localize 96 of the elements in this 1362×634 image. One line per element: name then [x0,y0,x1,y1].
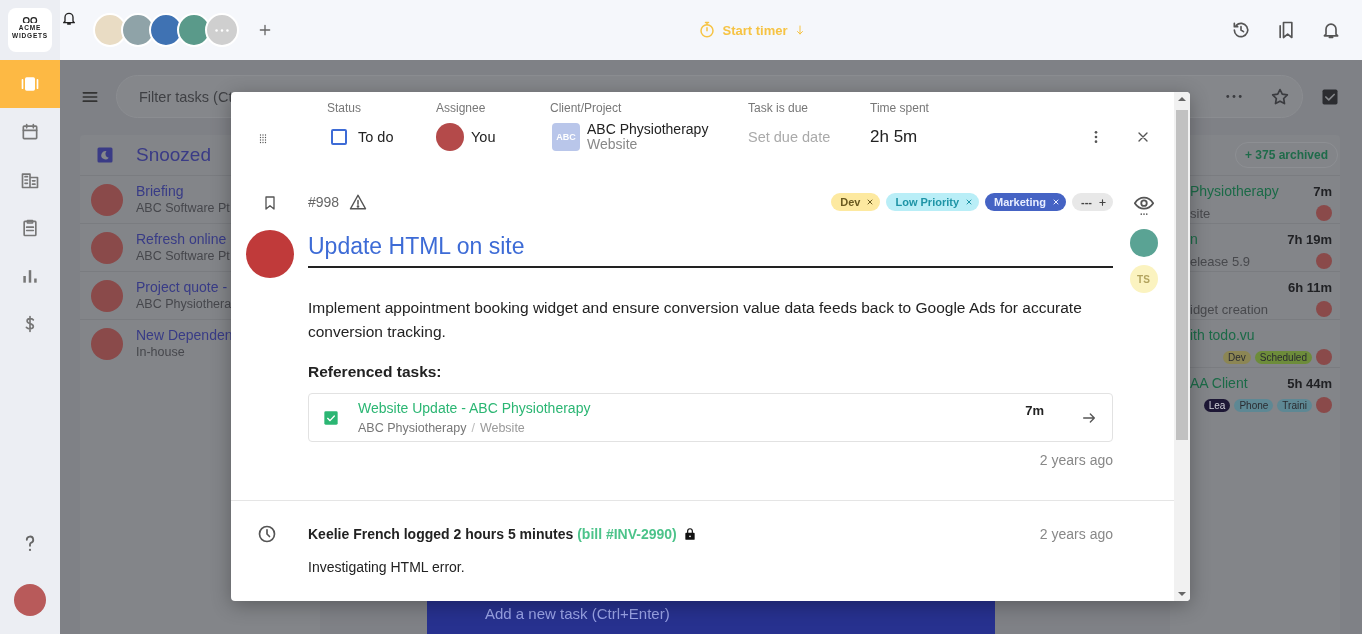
task-title[interactable]: New Dependen [136,326,233,344]
bell-icon[interactable] [1321,20,1341,40]
avatar [1316,253,1332,269]
clipboard-icon [20,218,40,238]
avatar [1316,397,1332,413]
referenced-task-card[interactable]: Website Update - ABC Physiotherapy ABC Physiotherapy / Website 7m [308,393,1113,442]
timestamp: 2 years ago [1039,451,1113,470]
task-title[interactable]: n [1190,231,1198,247]
field-label: Assignee [436,100,487,116]
task-client: idget creation [1190,301,1269,317]
tag[interactable]: Marketing [985,193,1066,211]
bookmarks-icon[interactable] [1276,20,1296,40]
task-title[interactable]: Refresh online [136,230,230,248]
more-icon [215,28,229,32]
time-spent: 2h 5m [870,127,918,147]
avatar [91,231,123,264]
status-checkbox[interactable] [331,129,347,145]
scrollbar[interactable] [1174,92,1190,601]
calendar-icon [20,122,40,142]
watcher-avatar[interactable]: TS [1129,265,1158,293]
watcher-avatar[interactable] [1129,229,1158,257]
tag: Dev [1222,350,1251,364]
done-checkbox-icon[interactable] [323,409,339,426]
add-tag-button[interactable]: --- [1072,193,1113,211]
stopwatch-icon [698,21,717,39]
board-icon [20,74,40,94]
remove-icon[interactable] [965,198,974,206]
add-icon[interactable] [257,22,273,38]
path-separator: / [471,419,475,436]
tag: Scheduled [1254,350,1312,364]
task-title[interactable]: Physiotherapy [1190,183,1279,199]
column-title: Snoozed [136,144,211,166]
task-title[interactable]: AA Client [1190,375,1248,391]
task-client: ABC Physiothera [136,296,232,313]
warning-icon[interactable] [349,193,368,211]
task-title[interactable]: Project quote - [136,278,232,296]
user-avatar[interactable] [14,584,46,616]
status-value: To do [358,129,394,145]
client-name: ABC Physiotherapy [358,419,467,436]
task-title[interactable]: Briefing [136,182,230,200]
assignee-avatar [436,123,464,151]
clock-icon [256,524,277,544]
add-task-placeholder: Add a new task (Ctrl+Enter) [485,605,670,622]
moon-icon [96,146,114,164]
building-icon [20,170,40,190]
history-icon[interactable] [1231,20,1251,40]
client-name[interactable]: ABC Physiotherapy [587,122,709,137]
task-title-field[interactable]: Update HTML on site [308,232,1113,268]
project-name[interactable]: Website [587,137,709,152]
task-client: ABC Software Pt [136,200,230,217]
avatar [91,327,123,360]
section-heading: Referenced tasks: [308,362,443,382]
avatar [91,183,123,216]
task-client: elease 5.9 [1190,253,1250,269]
tag: Phone [1234,398,1274,412]
activity-text: Keelie French logged 2 hours 5 minutes (bill #INV-2990) [308,526,677,542]
tag[interactable]: Low Priority [886,193,980,211]
task-client: site [1190,205,1211,221]
time-spent: 7m [1025,403,1044,418]
author-avatar [245,230,294,278]
time-spent: 7h 19m [1287,231,1332,247]
invoice-link[interactable]: (bill #INV-2990) [577,526,677,542]
tag[interactable]: Dev [831,193,881,211]
more-icon[interactable] [1226,95,1242,98]
avatar [1316,301,1332,317]
activity-note: Investigating HTML error. [308,558,466,577]
assignee-value[interactable]: You [471,129,496,145]
time-spent: 6h 11m [1287,279,1332,295]
task-title[interactable]: ith todo.vu [1190,327,1255,343]
remove-icon[interactable] [866,198,875,206]
field-label: Client/Project [550,100,623,116]
project-name: Website [479,419,525,436]
due-date-field[interactable]: Set due date [748,129,831,145]
tag: Traini [1277,398,1312,412]
client-badge: ABC [552,123,580,151]
plus-icon [1098,197,1107,207]
time-spent: 5h 44m [1287,375,1332,391]
time-spent: 7m [1313,183,1332,199]
task-client: In-house [136,344,186,361]
task-client: ABC Software Pt [136,248,230,265]
field-label: Task is due [748,100,810,116]
star-icon[interactable] [1270,86,1290,107]
tag: Lea [1203,398,1231,412]
timestamp: 2 years ago [1039,526,1113,542]
avatar [1316,205,1332,221]
task-description: Implement appointment booking widget and ensure conversion value data feeds back to Google Ads for accurate conversion tracking. [308,298,1083,342]
task-number: #998 [308,194,340,210]
field-label: Time spent [870,100,930,116]
start-timer-button[interactable]: Start timer [698,21,806,39]
avatar [1316,349,1332,365]
avatar [91,279,123,312]
remove-icon[interactable] [1052,198,1060,206]
field-label: Status [327,100,363,116]
referenced-task-title[interactable]: Website Update - ABC Physiotherapy [358,399,1026,417]
eye-icon[interactable] [1132,194,1155,216]
bell-icon[interactable] [61,10,77,26]
